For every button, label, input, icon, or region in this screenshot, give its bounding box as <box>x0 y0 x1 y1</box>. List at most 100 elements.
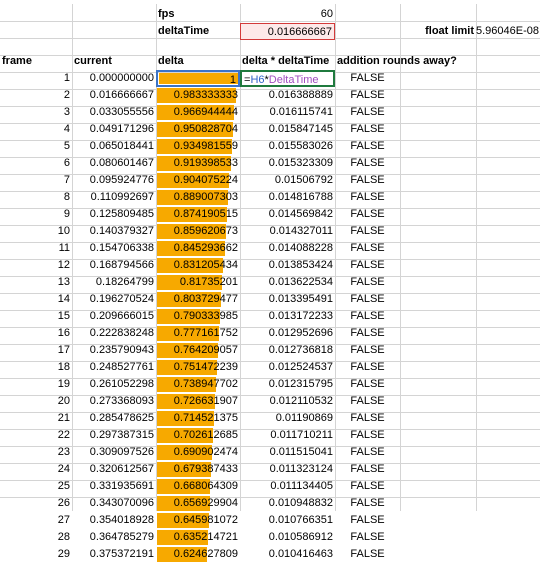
frame-cell[interactable]: 4 <box>0 121 72 138</box>
current-cell[interactable]: 0.285478625 <box>72 410 156 427</box>
rounds-away-cell[interactable]: FALSE <box>335 189 400 206</box>
delta-cell[interactable]: 0.656929904 <box>156 495 240 512</box>
rounds-away-cell[interactable]: FALSE <box>335 393 400 410</box>
rounds-away-cell[interactable]: FALSE <box>335 359 400 376</box>
current-cell[interactable]: 0.154706338 <box>72 240 156 257</box>
rounds-away-cell[interactable]: FALSE <box>335 308 400 325</box>
delta-cell[interactable]: 0.777161752 <box>156 325 240 342</box>
frame-cell[interactable]: 3 <box>0 104 72 121</box>
delta-deltatime-cell[interactable]: 0.013853424 <box>240 257 335 274</box>
delta-cell[interactable]: 0.889007303 <box>156 189 240 206</box>
delta-cell[interactable]: 0.726631907 <box>156 393 240 410</box>
delta-deltatime-cell[interactable]: 0.014569842 <box>240 206 335 223</box>
rounds-away-cell[interactable]: FALSE <box>335 427 400 444</box>
current-cell[interactable]: 0.033055556 <box>72 104 156 121</box>
frame-cell[interactable]: 7 <box>0 172 72 189</box>
delta-deltatime-cell[interactable]: 0.012952696 <box>240 325 335 342</box>
delta-deltatime-cell[interactable]: 0.012315795 <box>240 376 335 393</box>
current-cell[interactable]: 0.095924776 <box>72 172 156 189</box>
header-delta-x-deltatime[interactable]: delta * deltaTime <box>240 53 335 70</box>
delta-cell[interactable]: 0.874190515 <box>156 206 240 223</box>
delta-cell[interactable]: 0.934981559 <box>156 138 240 155</box>
current-cell[interactable]: 0.168794566 <box>72 257 156 274</box>
delta-cell[interactable]: 0.635214721 <box>156 529 240 546</box>
delta-cell[interactable]: 0.81735201 <box>156 274 240 291</box>
current-cell[interactable]: 0.364785279 <box>72 529 156 546</box>
deltatime-label[interactable]: deltaTime <box>156 23 240 40</box>
frame-cell[interactable]: 1 <box>0 70 72 87</box>
frame-cell[interactable]: 25 <box>0 478 72 495</box>
current-cell[interactable]: 0.080601467 <box>72 155 156 172</box>
delta-deltatime-cell[interactable]: 0.010948832 <box>240 495 335 512</box>
delta-cell[interactable]: 0.919398533 <box>156 155 240 172</box>
rounds-away-cell[interactable]: FALSE <box>335 223 400 240</box>
delta-cell[interactable]: 0.845293662 <box>156 240 240 257</box>
frame-cell[interactable]: 14 <box>0 291 72 308</box>
frame-cell[interactable]: 19 <box>0 376 72 393</box>
frame-cell[interactable]: 18 <box>0 359 72 376</box>
current-cell[interactable]: 0.320612567 <box>72 461 156 478</box>
delta-deltatime-cell[interactable]: 0.011323124 <box>240 461 335 478</box>
frame-cell[interactable]: 11 <box>0 240 72 257</box>
rounds-away-cell[interactable]: FALSE <box>335 444 400 461</box>
rounds-away-cell[interactable]: FALSE <box>335 87 400 104</box>
frame-cell[interactable]: 10 <box>0 223 72 240</box>
delta-deltatime-cell[interactable]: 0.011515041 <box>240 444 335 461</box>
frame-cell[interactable]: 5 <box>0 138 72 155</box>
current-cell[interactable]: 0.18264799 <box>72 274 156 291</box>
delta-deltatime-cell[interactable]: 0.010586912 <box>240 529 335 546</box>
current-cell[interactable]: 0.209666015 <box>72 308 156 325</box>
header-addition-rounds-away[interactable]: addition rounds away? <box>335 53 540 70</box>
frame-cell[interactable]: 16 <box>0 325 72 342</box>
delta-cell[interactable]: 0.714521375 <box>156 410 240 427</box>
delta-cell[interactable]: 0.751472239 <box>156 359 240 376</box>
rounds-away-cell[interactable]: FALSE <box>335 410 400 427</box>
delta-cell[interactable]: 0.738947702 <box>156 376 240 393</box>
rounds-away-cell[interactable]: FALSE <box>335 529 400 546</box>
current-cell[interactable]: 0.196270524 <box>72 291 156 308</box>
delta-cell[interactable]: 0.679387433 <box>156 461 240 478</box>
float-limit-value[interactable]: 5.96046E-08 <box>476 23 540 40</box>
rounds-away-cell[interactable]: FALSE <box>335 546 400 563</box>
fps-value[interactable]: 60 <box>240 6 335 23</box>
delta-cell[interactable]: 0.764209057 <box>156 342 240 359</box>
rounds-away-cell[interactable]: FALSE <box>335 172 400 189</box>
frame-cell[interactable]: 2 <box>0 87 72 104</box>
delta-deltatime-cell[interactable]: 0.015847145 <box>240 121 335 138</box>
rounds-away-cell[interactable]: FALSE <box>335 206 400 223</box>
rounds-away-cell[interactable]: FALSE <box>335 461 400 478</box>
formula-edit-cell[interactable]: =H6*DeltaTime <box>240 70 335 87</box>
fps-label[interactable]: fps <box>156 6 240 23</box>
frame-cell[interactable]: 26 <box>0 495 72 512</box>
delta-deltatime-cell[interactable]: 0.015583026 <box>240 138 335 155</box>
rounds-away-cell[interactable]: FALSE <box>335 155 400 172</box>
delta-cell[interactable]: 0.668064309 <box>156 478 240 495</box>
rounds-away-cell[interactable]: FALSE <box>335 274 400 291</box>
current-cell[interactable]: 0.125809485 <box>72 206 156 223</box>
delta-cell[interactable]: 0.859620673 <box>156 223 240 240</box>
rounds-away-cell[interactable]: FALSE <box>335 495 400 512</box>
frame-cell[interactable]: 29 <box>0 546 72 563</box>
frame-cell[interactable]: 6 <box>0 155 72 172</box>
frame-cell[interactable]: 24 <box>0 461 72 478</box>
delta-deltatime-cell[interactable]: 0.014327011 <box>240 223 335 240</box>
current-cell[interactable]: 0.000000000 <box>72 70 156 87</box>
frame-cell[interactable]: 27 <box>0 512 72 529</box>
frame-cell[interactable]: 15 <box>0 308 72 325</box>
frame-cell[interactable]: 12 <box>0 257 72 274</box>
rounds-away-cell[interactable]: FALSE <box>335 257 400 274</box>
delta-cell[interactable]: 0.950828704 <box>156 121 240 138</box>
delta-deltatime-cell[interactable]: 0.011710211 <box>240 427 335 444</box>
rounds-away-cell[interactable]: FALSE <box>335 121 400 138</box>
delta-cell[interactable]: 1 <box>156 70 240 87</box>
delta-deltatime-cell[interactable]: 0.014088228 <box>240 240 335 257</box>
current-cell[interactable]: 0.309097526 <box>72 444 156 461</box>
rounds-away-cell[interactable]: FALSE <box>335 138 400 155</box>
delta-cell[interactable]: 0.702612685 <box>156 427 240 444</box>
delta-cell[interactable]: 0.790333985 <box>156 308 240 325</box>
delta-deltatime-cell[interactable]: 0.016388889 <box>240 87 335 104</box>
rounds-away-cell[interactable]: FALSE <box>335 291 400 308</box>
rounds-away-cell[interactable]: FALSE <box>335 104 400 121</box>
current-cell[interactable]: 0.331935691 <box>72 478 156 495</box>
delta-cell[interactable]: 0.803729477 <box>156 291 240 308</box>
